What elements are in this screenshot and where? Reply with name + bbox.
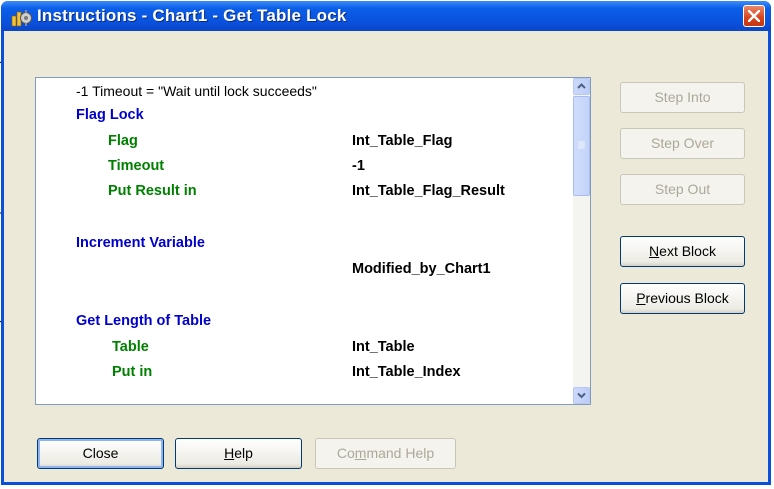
param-label: Put Result in: [108, 183, 197, 199]
param-label: Put in: [112, 364, 153, 380]
previous-block-button[interactable]: Previous Block: [620, 283, 745, 314]
timeout-note: -1 Timeout = "Wait until lock succeeds": [76, 83, 317, 99]
help-button[interactable]: Help: [175, 438, 302, 469]
gear-chart-icon: [11, 10, 32, 27]
scroll-up-button[interactable]: [573, 78, 590, 95]
title-bar[interactable]: Instructions - Chart1 - Get Table Lock: [1, 1, 771, 31]
instructions-list[interactable]: -1 Timeout = "Wait until lock succeeds" …: [35, 77, 591, 405]
block-header-get-length-of-table[interactable]: Get Length of Table: [76, 313, 211, 329]
close-window-button[interactable]: [743, 5, 765, 27]
instructions-dialog: Instructions - Chart1 - Get Table Lock -…: [1, 1, 771, 485]
block-header-increment-variable[interactable]: Increment Variable: [76, 235, 205, 251]
param-label: Flag: [108, 133, 138, 149]
window-title: Instructions - Chart1 - Get Table Lock: [37, 6, 347, 25]
param-value: Modified_by_Chart1: [352, 261, 491, 277]
dialog-body: -1 Timeout = "Wait until lock succeeds" …: [4, 31, 768, 482]
vertical-scrollbar[interactable]: [573, 78, 590, 404]
param-value: Int_Table_Flag: [352, 133, 453, 149]
close-button[interactable]: Close: [37, 438, 164, 469]
block-header-flag-lock[interactable]: Flag Lock: [76, 107, 144, 123]
chevron-up-icon: [577, 83, 586, 89]
step-over-button[interactable]: Step Over: [620, 128, 745, 159]
next-block-button[interactable]: Next Block: [620, 236, 745, 267]
scroll-down-button[interactable]: [573, 387, 590, 404]
close-icon: [748, 10, 760, 22]
param-value: -1: [352, 158, 365, 174]
param-value: Int_Table_Flag_Result: [352, 183, 505, 199]
step-out-button[interactable]: Step Out: [620, 174, 745, 205]
param-value: Int_Table_Index: [352, 364, 461, 380]
command-help-button[interactable]: Command Help: [315, 438, 456, 469]
step-into-button[interactable]: Step Into: [620, 82, 745, 113]
param-label: Table: [112, 339, 149, 355]
param-value: Int_Table: [352, 339, 415, 355]
scroll-thumb[interactable]: [573, 96, 590, 196]
chevron-down-icon: [577, 392, 586, 399]
grip-icon: [578, 141, 585, 149]
param-label: Timeout: [108, 158, 165, 174]
